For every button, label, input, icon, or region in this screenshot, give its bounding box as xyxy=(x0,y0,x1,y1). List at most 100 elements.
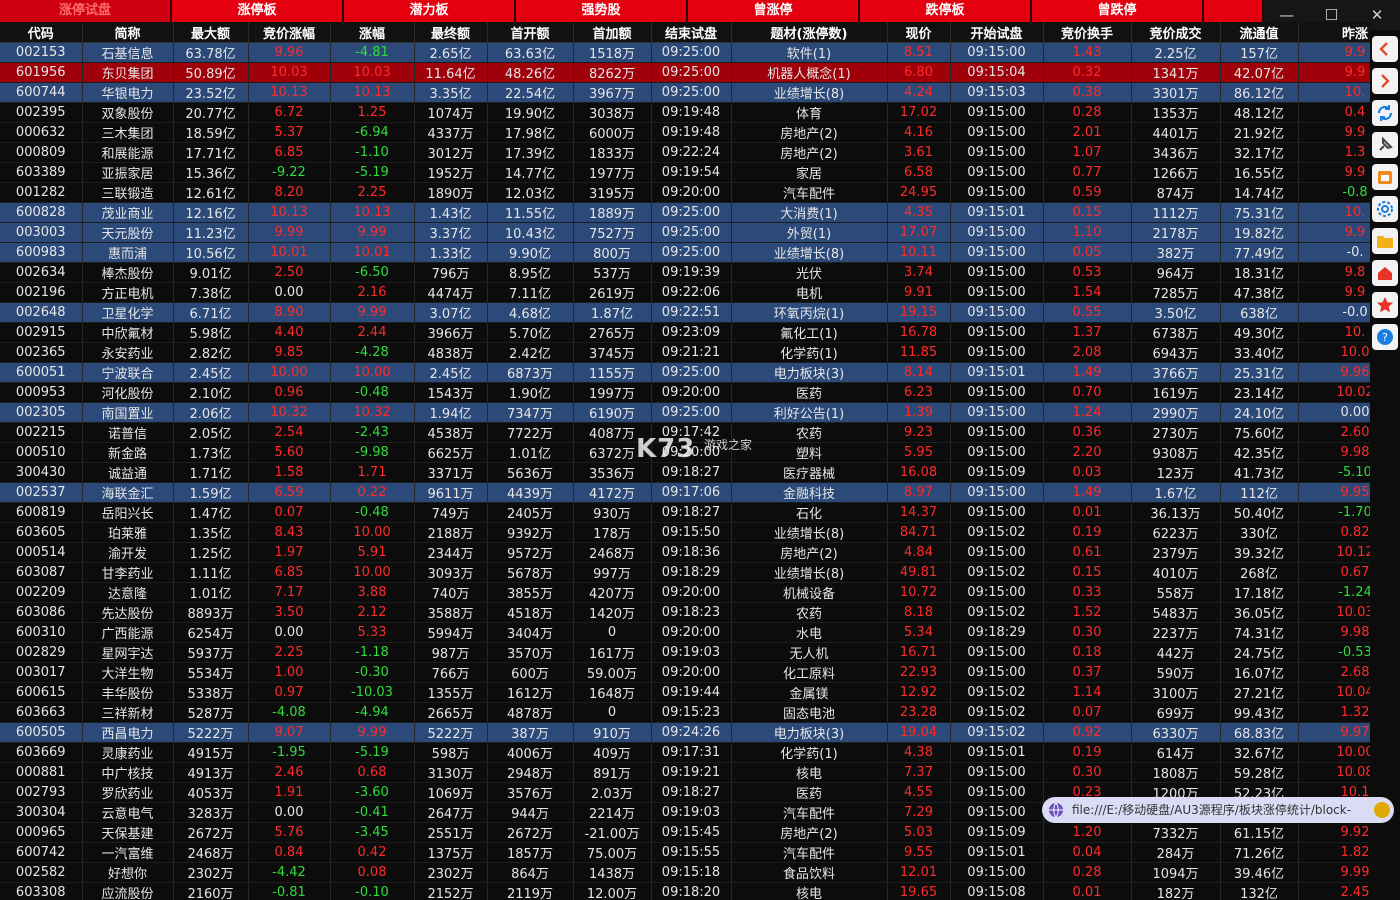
tab-2[interactable]: 潜力板 xyxy=(344,0,516,22)
table-row[interactable]: 600828 茂业商业 12.16亿 10.13 10.13 1.43亿 11.55亿 188… xyxy=(0,202,1370,223)
table-cell: 8.95亿 xyxy=(487,262,574,283)
stock-table-container[interactable]: 代码 简称 最大额 竞价涨幅 涨幅 最终额 首开额 首加额 结束试盘 题材(涨停数) 现价 开始试盘竞… xyxy=(0,22,1370,900)
table-row[interactable]: 600310 广西能源 6254万 0.00 5.33 5994万 3404万 0 09:20:… xyxy=(0,622,1370,643)
table-row[interactable]: 600615 丰华股份 5338万 0.97 -10.03 1355万 1612万 1648万… xyxy=(0,682,1370,703)
table-row[interactable]: 603605 珀莱雅 1.35亿 8.43 10.00 2188万 9392万 178万 09:… xyxy=(0,522,1370,543)
table-cell: 房地产(2) xyxy=(731,142,888,163)
column-header[interactable]: 涨幅 xyxy=(330,22,415,43)
table-row[interactable]: 000809 和展能源 17.71亿 6.85 -1.10 3012万 17.39亿 1833… xyxy=(0,142,1370,163)
table-row[interactable]: 002196 方正电机 7.38亿 0.00 2.16 4474万 7.11亿 2619万 09… xyxy=(0,282,1370,303)
table-cell: 5.91 xyxy=(330,542,415,563)
table-cell: 6.80 xyxy=(887,62,951,83)
table-row[interactable]: 002648 卫星化学 6.71亿 8.90 9.99 3.07亿 4.68亿 1.87亿 09… xyxy=(0,302,1370,323)
table-cell: 2.65亿 xyxy=(414,42,488,63)
table-row[interactable]: 001282 三联锻造 12.61亿 8.20 2.25 1890万 12.03亿 3195万… xyxy=(0,182,1370,203)
column-header[interactable]: 竞价涨幅 xyxy=(248,22,331,43)
table-row[interactable]: 601956 东贝集团 50.89亿 10.03 10.03 11.64亿 48.26亿 82… xyxy=(0,62,1370,83)
column-header[interactable]: 结束试盘 xyxy=(651,22,732,43)
column-header[interactable]: 开始试盘 xyxy=(950,22,1044,43)
table-cell: 1518万 xyxy=(573,42,652,63)
pin-button[interactable] xyxy=(1372,132,1398,158)
column-header[interactable]: 流通值 xyxy=(1220,22,1299,43)
table-row[interactable]: 000965 天保基建 2672万 5.76 -3.45 2551万 2672万 -21.00… xyxy=(0,822,1370,843)
column-header[interactable]: 竞价换手 xyxy=(1043,22,1132,43)
table-row[interactable]: 300430 诚益通 1.71亿 1.58 1.71 3371万 5636万 3536万 09:… xyxy=(0,462,1370,483)
table-row[interactable]: 002215 诺普信 2.05亿 2.54 -2.43 4538万 7722万 4087万 09… xyxy=(0,422,1370,443)
column-header[interactable]: 代码 xyxy=(0,22,83,43)
table-cell: 284万 xyxy=(1131,842,1221,863)
table-cell: 6.23 xyxy=(887,382,951,403)
table-row[interactable]: 603308 应流股份 2160万 -0.81 -0.10 2152万 2119万 12.00… xyxy=(0,882,1370,900)
table-row[interactable]: 002915 中欣氟材 5.98亿 4.40 2.44 3966万 5.70亿 2765万 09… xyxy=(0,322,1370,343)
url-status-tip[interactable]: file:///E:/移动硬盘/AU3源程序/板块涨停统计/block- xyxy=(1042,797,1394,823)
table-cell: 0.00 xyxy=(248,622,331,643)
table-row[interactable]: 600983 惠而浦 10.56亿 10.01 10.01 1.33亿 9.90亿 800万 0… xyxy=(0,242,1370,263)
tab-7[interactable] xyxy=(1204,0,1264,22)
column-header[interactable]: 昨涨 xyxy=(1298,22,1370,43)
table-row[interactable]: 002305 南国置业 2.06亿 10.32 10.32 1.94亿 7347万 6190万… xyxy=(0,402,1370,423)
table-cell: -1.24 xyxy=(1298,582,1370,603)
table-row[interactable]: 603669 灵康药业 4915万 -1.95 -5.19 598万 4006万 409万 09… xyxy=(0,742,1370,763)
table-row[interactable]: 000510 新金路 1.73亿 5.60 -9.98 6625万 1.01亿 6372万 09… xyxy=(0,442,1370,463)
table-row[interactable]: 600744 华银电力 23.52亿 10.13 10.13 3.35亿 22.54亿 396… xyxy=(0,82,1370,103)
table-row[interactable]: 000953 河化股份 2.10亿 0.96 -0.48 1543万 1.90亿 1997万 0… xyxy=(0,382,1370,403)
table-row[interactable]: 003017 大洋生物 5534万 1.00 -0.30 766万 600万 59.00万 09… xyxy=(0,662,1370,683)
column-header[interactable]: 首加额 xyxy=(573,22,652,43)
table-cell: 4401万 xyxy=(1131,122,1221,143)
table-row[interactable]: 002634 棒杰股份 9.01亿 2.50 -6.50 796万 8.95亿 537万 09:… xyxy=(0,262,1370,283)
table-row[interactable]: 603086 先达股份 8893万 3.50 2.12 3588万 4518万 1420万 09… xyxy=(0,602,1370,623)
column-header[interactable]: 最大额 xyxy=(173,22,249,43)
tab-0[interactable]: 涨停试盘 xyxy=(0,0,172,22)
table-row[interactable]: 600505 西昌电力 5222万 9.07 9.99 5222万 387万 910万 09:2… xyxy=(0,722,1370,743)
column-header[interactable]: 最终额 xyxy=(414,22,488,43)
tab-3[interactable]: 强势股 xyxy=(516,0,688,22)
column-header[interactable]: 题材(涨停数) xyxy=(731,22,888,43)
table-row[interactable]: 603663 三祥新材 5287万 -4.08 -4.94 2665万 4878万 0 09:1… xyxy=(0,702,1370,723)
tab-5[interactable]: 跌停板 xyxy=(860,0,1032,22)
arrow-left-button[interactable] xyxy=(1372,36,1398,62)
table-cell: 09:18:29 xyxy=(651,562,732,583)
table-row[interactable]: 002537 海联金汇 1.59亿 6.59 0.22 9611万 4439万 4172万 09… xyxy=(0,482,1370,503)
table-row[interactable]: 000514 渝开发 1.25亿 1.97 5.91 2344万 9572万 2468万 09:… xyxy=(0,542,1370,563)
calendar-button[interactable] xyxy=(1372,164,1398,190)
table-row[interactable]: 002582 好想你 2302万 -4.42 0.08 2302万 864万 1438万 09:… xyxy=(0,862,1370,883)
table-row[interactable]: 603087 甘李药业 1.11亿 6.85 10.00 3093万 5678万 997万 09… xyxy=(0,562,1370,583)
table-row[interactable]: 003003 天元股份 11.23亿 9.99 9.99 3.37亿 10.43亿 7527万… xyxy=(0,222,1370,243)
table-row[interactable]: 600819 岳阳兴长 1.47亿 0.07 -0.48 749万 2405万 930万 09:… xyxy=(0,502,1370,523)
table-row[interactable]: 002395 双象股份 20.77亿 6.72 1.25 1074万 19.90亿 3038万… xyxy=(0,102,1370,123)
help-button[interactable]: ? xyxy=(1372,324,1398,350)
table-row[interactable]: 002153 石基信息 63.78亿 9.96 -4.81 2.65亿 63.63亿 1518… xyxy=(0,42,1370,63)
table-row[interactable]: 600742 一汽富维 2468万 0.84 0.42 1375万 1857万 75.00万 0… xyxy=(0,842,1370,863)
tab-1[interactable]: 涨停板 xyxy=(172,0,344,22)
refresh-button[interactable] xyxy=(1372,100,1398,126)
table-cell: 软件(1) xyxy=(731,42,888,63)
table-cell: 09:15:02 xyxy=(950,602,1044,623)
table-cell: 000632 xyxy=(0,122,83,143)
table-cell: 利好公告(1) xyxy=(731,402,888,423)
table-cell: 10.08 xyxy=(1298,762,1370,783)
table-cell: 442万 xyxy=(1131,642,1221,663)
table-cell: 09:15:23 xyxy=(651,702,732,723)
gear-button[interactable] xyxy=(1372,196,1398,222)
column-header[interactable]: 现价 xyxy=(887,22,951,43)
table-row[interactable]: 000881 中广核技 4913万 2.46 0.68 3130万 2948万 891万 09:… xyxy=(0,762,1370,783)
column-header[interactable]: 简称 xyxy=(82,22,174,43)
table-row[interactable]: 603389 亚振家居 15.36亿 -9.22 -5.19 1952万 14.77亿 197… xyxy=(0,162,1370,183)
home-button[interactable] xyxy=(1372,260,1398,286)
column-header[interactable]: 竞价成交 xyxy=(1131,22,1221,43)
table-row[interactable]: 600051 宁波联合 2.45亿 10.00 10.00 2.45亿 6873万 1155万… xyxy=(0,362,1370,383)
table-cell: -1.70 xyxy=(1298,502,1370,523)
table-row[interactable]: 002365 永安药业 2.82亿 9.85 -4.28 4838万 2.42亿 3745万 0… xyxy=(0,342,1370,363)
column-header[interactable]: 首开额 xyxy=(487,22,574,43)
table-row[interactable]: 002829 星网宇达 5937万 2.25 -1.18 987万 3570万 1617万 09… xyxy=(0,642,1370,663)
table-row[interactable]: 002209 达意隆 1.01亿 7.17 3.88 740万 3855万 4207万 09:2… xyxy=(0,582,1370,603)
table-cell: 09:18:27 xyxy=(651,502,732,523)
arrow-right-button[interactable] xyxy=(1372,68,1398,94)
table-row[interactable]: 000632 三木集团 18.59亿 5.37 -6.94 4337万 17.98亿 6000… xyxy=(0,122,1370,143)
folder-button[interactable] xyxy=(1372,228,1398,254)
table-cell: 09:15:02 xyxy=(950,522,1044,543)
tab-6[interactable]: 曾跌停 xyxy=(1032,0,1204,22)
table-cell: 3855万 xyxy=(487,582,574,603)
tab-4[interactable]: 曾涨停 xyxy=(688,0,860,22)
star-button[interactable] xyxy=(1372,292,1398,318)
